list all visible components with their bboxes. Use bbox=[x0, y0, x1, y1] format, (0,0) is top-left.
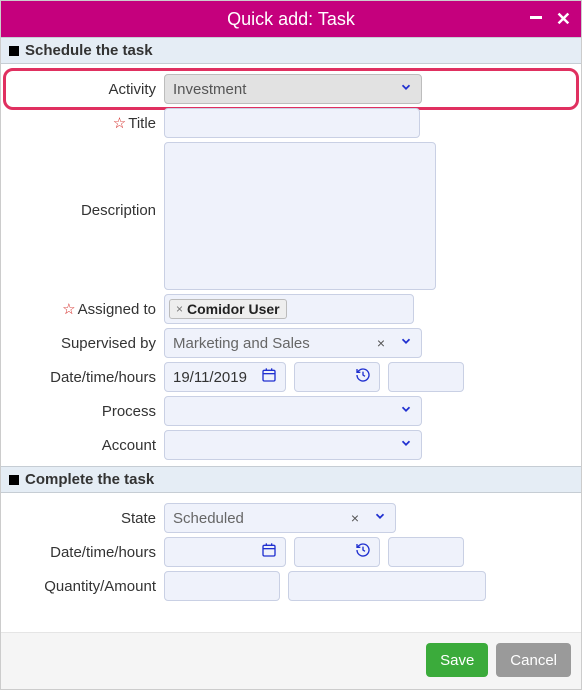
label-process: Process bbox=[9, 403, 164, 420]
footer-button-bar: Save Cancel bbox=[1, 632, 581, 689]
row-title: ☆Title bbox=[9, 108, 573, 138]
activity-select[interactable]: Investment bbox=[164, 74, 422, 104]
calendar-icon[interactable] bbox=[261, 367, 277, 387]
assigned-to-input[interactable]: × Comidor User bbox=[164, 294, 414, 324]
row-process: Process bbox=[9, 396, 573, 426]
title-bar: Quick add: Task ✕ bbox=[1, 1, 581, 37]
required-star-icon: ☆ bbox=[113, 115, 126, 132]
section-bullet-icon bbox=[9, 475, 19, 485]
label-title: ☆Title bbox=[9, 114, 164, 132]
quantity-input[interactable] bbox=[164, 571, 280, 601]
history-icon[interactable] bbox=[355, 542, 371, 562]
label-state: State bbox=[9, 510, 164, 527]
label-date-time-hours: Date/time/hours bbox=[9, 544, 164, 561]
complete-date-input[interactable] bbox=[164, 537, 286, 567]
chevron-down-icon[interactable] bbox=[399, 402, 413, 420]
schedule-time-input[interactable] bbox=[294, 362, 380, 392]
row-schedule-date-time-hours: Date/time/hours 19/11/2019 bbox=[9, 362, 573, 392]
chevron-down-icon[interactable] bbox=[399, 436, 413, 454]
process-select[interactable] bbox=[164, 396, 422, 426]
section-schedule-header: Schedule the task bbox=[1, 37, 581, 64]
row-assigned-to: ☆Assigned to × Comidor User bbox=[9, 294, 573, 324]
complete-form: State Scheduled × Date/time/hours bbox=[1, 493, 581, 607]
section-complete-header: Complete the task bbox=[1, 466, 581, 493]
label-quantity-amount: Quantity/Amount bbox=[9, 578, 164, 595]
schedule-hours-input[interactable] bbox=[388, 362, 464, 392]
save-button[interactable]: Save bbox=[426, 643, 488, 677]
row-complete-date-time-hours: Date/time/hours bbox=[9, 537, 573, 567]
row-state: State Scheduled × bbox=[9, 503, 573, 533]
schedule-date-input[interactable]: 19/11/2019 bbox=[164, 362, 286, 392]
row-activity: Activity Investment bbox=[9, 74, 573, 104]
calendar-icon[interactable] bbox=[261, 542, 277, 562]
required-star-icon: ☆ bbox=[62, 301, 75, 318]
row-description: Description bbox=[9, 142, 573, 290]
chevron-down-icon[interactable] bbox=[399, 334, 413, 352]
row-account: Account bbox=[9, 430, 573, 460]
quick-add-task-dialog: Quick add: Task ✕ Schedule the task Acti… bbox=[0, 0, 582, 690]
close-icon[interactable]: ✕ bbox=[556, 10, 571, 28]
tag-remove-icon[interactable]: × bbox=[176, 302, 183, 316]
assigned-to-tag[interactable]: × Comidor User bbox=[169, 299, 287, 319]
complete-hours-input[interactable] bbox=[388, 537, 464, 567]
chevron-down-icon[interactable] bbox=[373, 509, 387, 527]
label-activity: Activity bbox=[9, 81, 164, 98]
row-quantity-amount: Quantity/Amount bbox=[9, 571, 573, 601]
label-date-time-hours: Date/time/hours bbox=[9, 369, 164, 386]
description-textarea[interactable] bbox=[164, 142, 436, 290]
clear-icon[interactable]: × bbox=[377, 335, 385, 351]
supervised-by-select[interactable]: Marketing and Sales × bbox=[164, 328, 422, 358]
dialog-title: Quick add: Task bbox=[227, 9, 355, 30]
clear-icon[interactable]: × bbox=[351, 510, 359, 526]
label-account: Account bbox=[9, 437, 164, 454]
complete-time-input[interactable] bbox=[294, 537, 380, 567]
label-assigned-to: ☆Assigned to bbox=[9, 300, 164, 318]
label-supervised-by: Supervised by bbox=[9, 335, 164, 352]
minimize-icon[interactable] bbox=[530, 16, 542, 19]
row-supervised-by: Supervised by Marketing and Sales × bbox=[9, 328, 573, 358]
title-input[interactable] bbox=[164, 108, 420, 138]
schedule-form: Activity Investment ☆Title Description bbox=[1, 64, 581, 466]
amount-input[interactable] bbox=[288, 571, 486, 601]
state-select[interactable]: Scheduled × bbox=[164, 503, 396, 533]
cancel-button[interactable]: Cancel bbox=[496, 643, 571, 677]
account-select[interactable] bbox=[164, 430, 422, 460]
chevron-down-icon[interactable] bbox=[399, 80, 413, 98]
window-controls: ✕ bbox=[530, 1, 571, 37]
section-bullet-icon bbox=[9, 46, 19, 56]
label-description: Description bbox=[9, 142, 164, 219]
history-icon[interactable] bbox=[355, 367, 371, 387]
